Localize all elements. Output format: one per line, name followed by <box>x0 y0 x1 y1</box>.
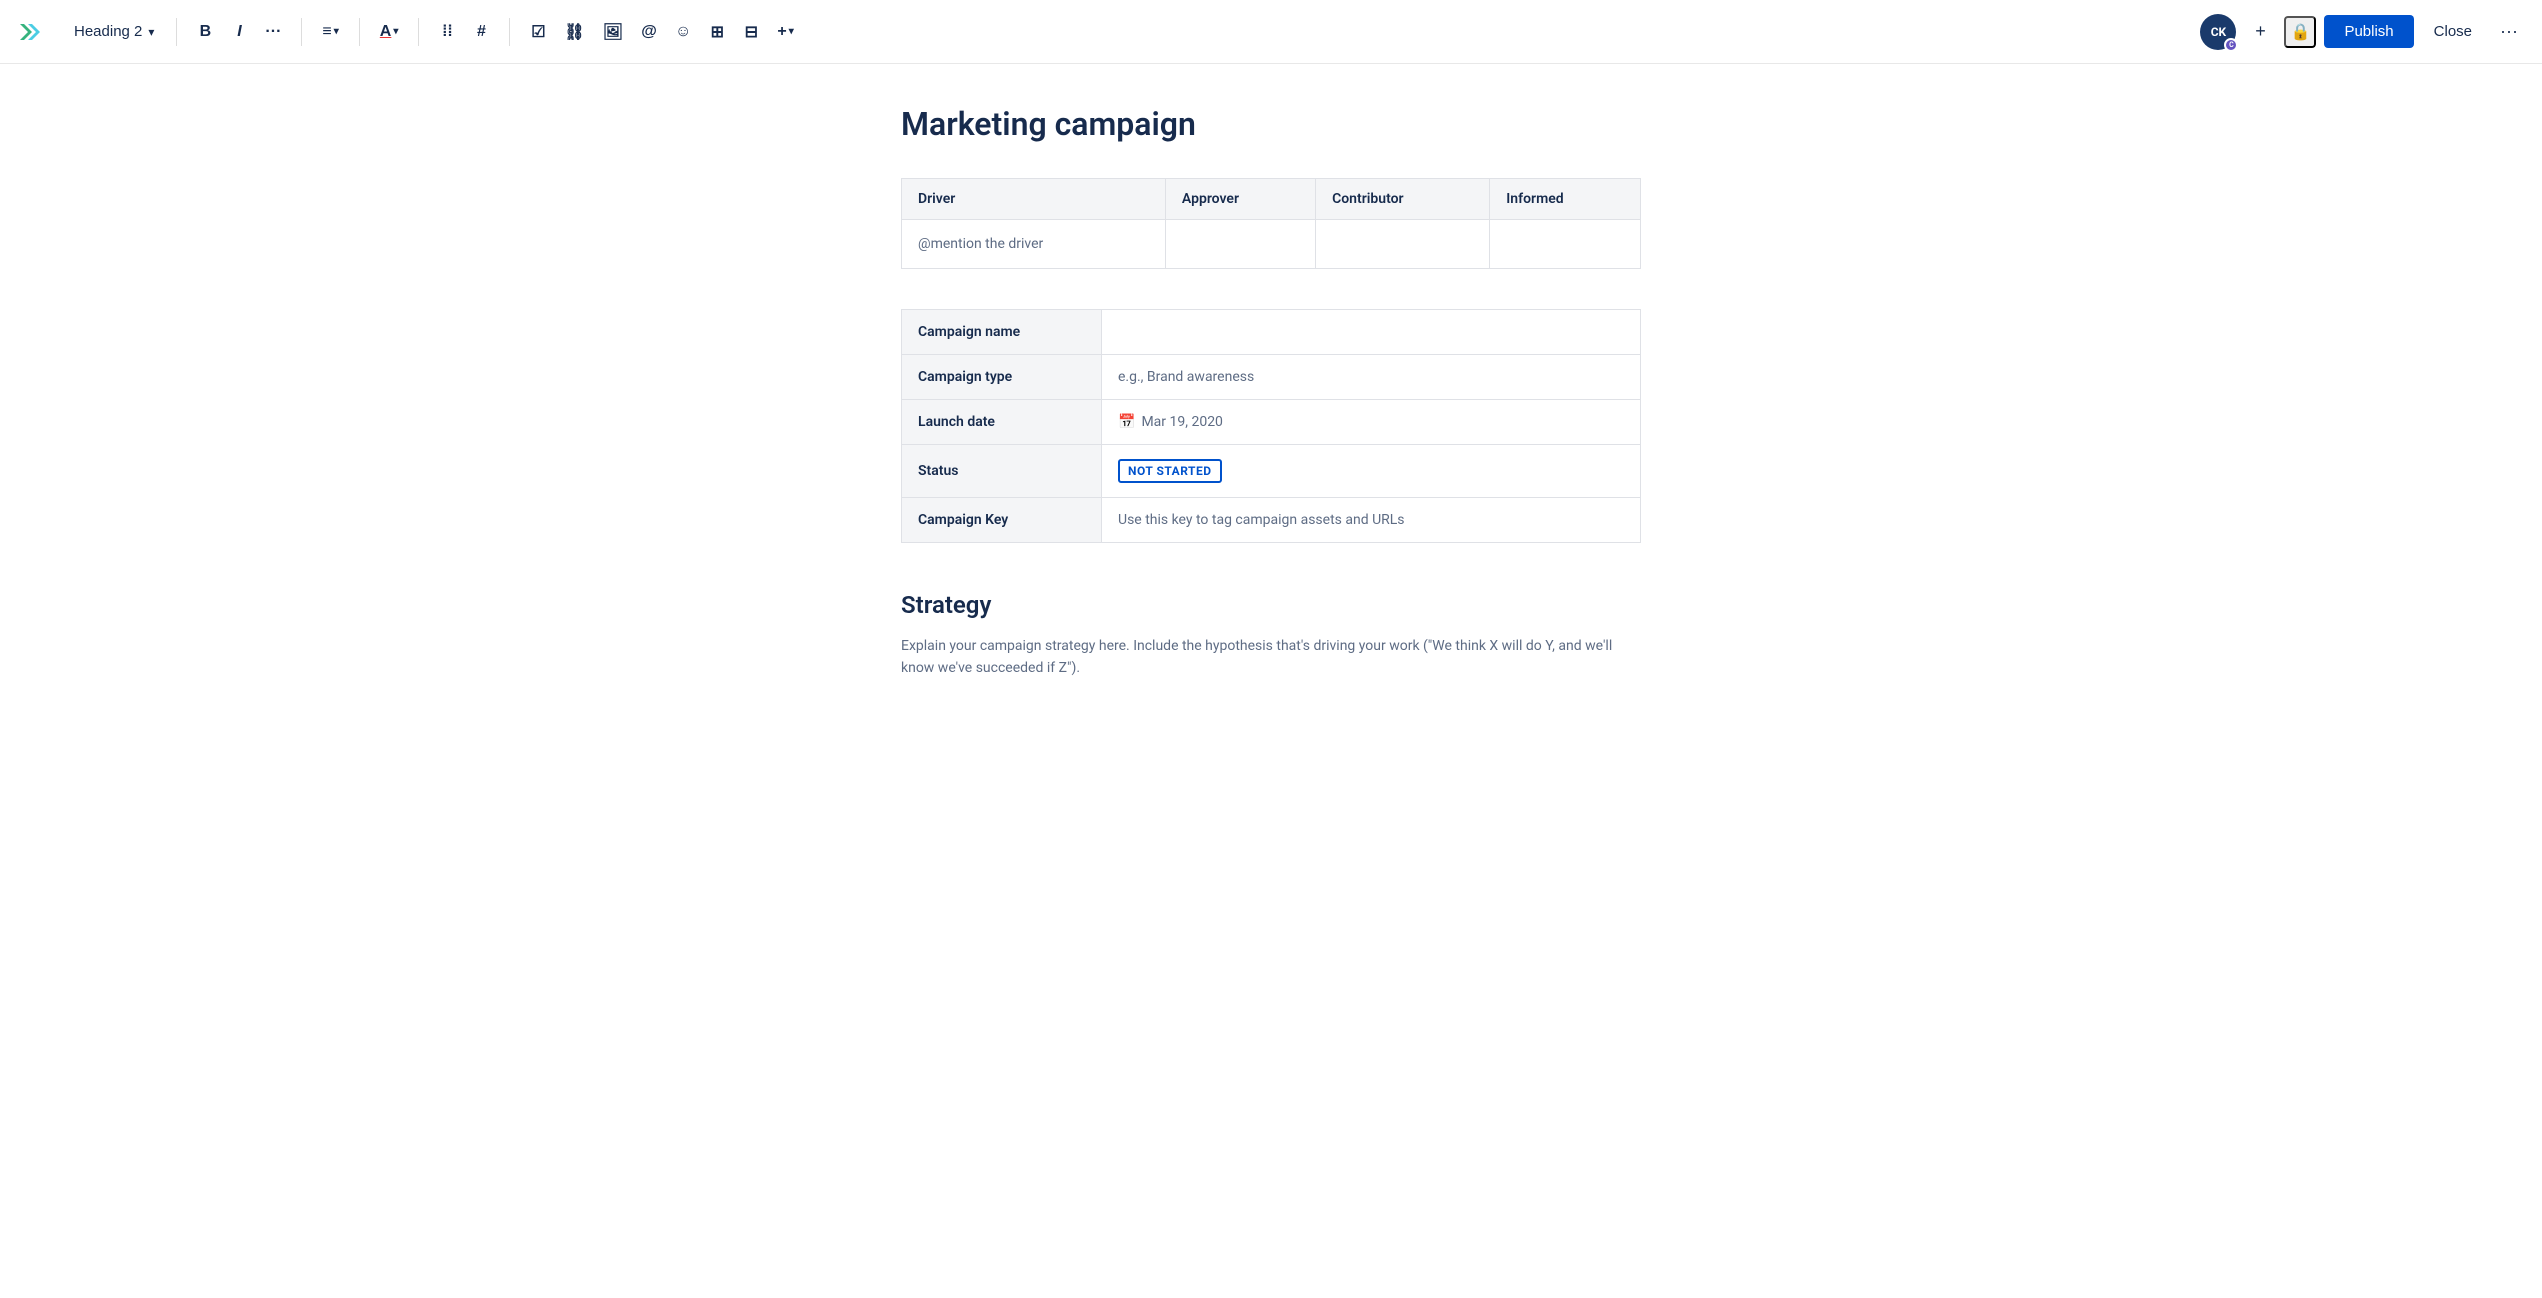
publish-button[interactable]: Publish <box>2324 15 2413 48</box>
bullet-list-icon: ⁞⁞ <box>442 23 453 41</box>
page-title[interactable]: Marketing campaign <box>901 104 1641 146</box>
number-list-button[interactable]: # <box>465 14 497 50</box>
table-button[interactable]: ⊞ <box>701 14 733 50</box>
italic-button[interactable]: I <box>223 14 255 50</box>
link-button[interactable]: ⛓ <box>556 14 592 50</box>
logo-icon[interactable] <box>16 16 48 48</box>
campaign-table: Campaign name Campaign type e.g., Brand … <box>901 309 1641 543</box>
campaign-name-row: Campaign name <box>902 309 1641 354</box>
heading-style-selector[interactable]: Heading 2 <box>64 17 164 46</box>
strategy-body[interactable]: Explain your campaign strategy here. Inc… <box>901 635 1641 680</box>
list-group: ⁞⁞ # <box>431 14 497 50</box>
mention-button[interactable]: @ <box>633 14 665 50</box>
insert-chevron-icon: ▾ <box>789 26 794 37</box>
add-collaborator-button[interactable]: + <box>2244 16 2276 48</box>
toolbar-divider-2 <box>301 18 302 46</box>
toolbar-divider-5 <box>509 18 510 46</box>
launch-date-row: Launch date 📅 Mar 19, 2020 <box>902 399 1641 444</box>
daci-approver-cell[interactable] <box>1165 219 1315 268</box>
more-options-button[interactable]: ··· <box>2492 15 2526 48</box>
launch-date-text: Mar 19, 2020 <box>1141 414 1223 430</box>
bold-button[interactable]: B <box>189 14 221 50</box>
close-button[interactable]: Close <box>2422 15 2484 48</box>
image-button[interactable]: 🖼 <box>595 14 631 50</box>
daci-informed-cell[interactable] <box>1490 219 1641 268</box>
toolbar-divider-1 <box>176 18 177 46</box>
strategy-heading[interactable]: Strategy <box>901 591 1641 619</box>
toolbar-divider-4 <box>418 18 419 46</box>
campaign-name-label: Campaign name <box>902 309 1102 354</box>
emoji-button[interactable]: ☺ <box>667 14 699 50</box>
toolbar-right: CK C + 🔒 Publish Close ··· <box>2200 14 2526 50</box>
daci-header-driver: Driver <box>902 178 1166 219</box>
campaign-key-row: Campaign Key Use this key to tag campaig… <box>902 497 1641 542</box>
campaign-type-label: Campaign type <box>902 354 1102 399</box>
task-icon: ☑ <box>531 22 545 42</box>
mention-icon: @ <box>641 23 657 41</box>
daci-row: @mention the driver <box>902 219 1641 268</box>
avatar[interactable]: CK C <box>2200 14 2236 50</box>
status-value-cell[interactable]: NOT STARTED <box>1102 444 1641 497</box>
task-button[interactable]: ☑ <box>522 14 554 50</box>
daci-header-informed: Informed <box>1490 178 1641 219</box>
chevron-down-icon <box>148 23 154 40</box>
text-color-button[interactable]: A ▾ <box>372 14 407 50</box>
image-icon: 🖼 <box>603 22 623 42</box>
emoji-icon: ☺ <box>675 23 691 41</box>
status-row: Status NOT STARTED <box>902 444 1641 497</box>
status-label: Status <box>902 444 1102 497</box>
insert-plus-icon: + <box>777 23 786 41</box>
bold-icon: B <box>200 23 212 41</box>
content-area: Marketing campaign Driver Approver Contr… <box>841 64 1701 739</box>
campaign-key-value[interactable]: Use this key to tag campaign assets and … <box>1102 497 1641 542</box>
strategy-section: Strategy Explain your campaign strategy … <box>901 591 1641 680</box>
color-chevron-icon: ▾ <box>393 26 398 37</box>
text-format-group: B I ··· <box>189 14 289 50</box>
toolbar: Heading 2 B I ··· ≡ ▾ A ▾ ⁞⁞ # <box>0 0 2542 64</box>
insert-more-button[interactable]: + ▾ <box>769 14 801 50</box>
campaign-key-label: Campaign Key <box>902 497 1102 542</box>
calendar-icon: 📅 <box>1118 414 1135 430</box>
avatar-badge: C <box>2224 38 2238 52</box>
campaign-name-value[interactable] <box>1102 309 1641 354</box>
insert-group: ☑ ⛓ 🖼 @ ☺ ⊞ ⊟ + ▾ <box>522 14 801 50</box>
bullet-list-button[interactable]: ⁞⁞ <box>431 14 463 50</box>
align-button[interactable]: ≡ ▾ <box>314 14 346 50</box>
align-chevron-icon: ▾ <box>334 26 339 37</box>
status-badge[interactable]: NOT STARTED <box>1118 459 1222 483</box>
daci-header-approver: Approver <box>1165 178 1315 219</box>
daci-contributor-cell[interactable] <box>1316 219 1490 268</box>
close-label: Close <box>2434 23 2472 40</box>
heading-style-label: Heading 2 <box>74 23 142 40</box>
daci-table: Driver Approver Contributor Informed @me… <box>901 178 1641 269</box>
daci-driver-cell[interactable]: @mention the driver <box>902 219 1166 268</box>
lock-icon: 🔒 <box>2290 22 2310 42</box>
table-icon: ⊞ <box>711 22 724 42</box>
more-format-button[interactable]: ··· <box>257 14 289 50</box>
more-options-icon: ··· <box>2500 21 2518 41</box>
link-icon: ⛓ <box>564 22 584 42</box>
more-format-icon: ··· <box>265 23 281 41</box>
align-icon: ≡ <box>322 23 331 41</box>
campaign-type-value[interactable]: e.g., Brand awareness <box>1102 354 1641 399</box>
lock-button[interactable]: 🔒 <box>2284 16 2316 48</box>
campaign-type-row: Campaign type e.g., Brand awareness <box>902 354 1641 399</box>
daci-header-contributor: Contributor <box>1316 178 1490 219</box>
layout-button[interactable]: ⊟ <box>735 14 767 50</box>
number-list-icon: # <box>477 23 486 41</box>
avatar-initials: CK <box>2211 25 2226 39</box>
italic-icon: I <box>237 23 241 41</box>
toolbar-divider-3 <box>359 18 360 46</box>
layout-icon: ⊟ <box>745 22 758 42</box>
launch-date-label: Launch date <box>902 399 1102 444</box>
publish-label: Publish <box>2344 23 2393 40</box>
text-color-icon: A <box>380 23 392 41</box>
launch-date-value[interactable]: 📅 Mar 19, 2020 <box>1102 399 1641 444</box>
add-icon: + <box>2255 21 2266 42</box>
